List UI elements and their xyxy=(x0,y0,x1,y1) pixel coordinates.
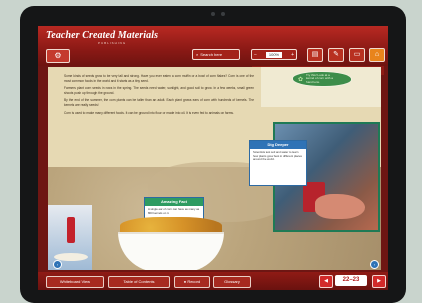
print-button[interactable]: ▤ xyxy=(307,48,323,62)
search-label: Search here xyxy=(200,52,223,57)
home-button[interactable]: ⌂ xyxy=(369,48,385,62)
brand-logo: Teacher Created Materials xyxy=(46,30,159,41)
search-button[interactable]: ⌕ Search here xyxy=(192,49,240,60)
table-of-contents-button[interactable]: Table of Contents xyxy=(108,276,170,288)
whiteboard-view-button[interactable]: Whiteboard View xyxy=(46,276,104,288)
callout2-title: Amazing Fact xyxy=(145,198,203,206)
ebook-screen: Teacher Created Materials PUBLISHING ⚙ ⌕… xyxy=(38,26,388,290)
camera-icon xyxy=(206,10,230,18)
try-this-badge: ✿ Try this! Look at a kernel of corn wit… xyxy=(292,71,352,87)
zoom-control: − 100% + xyxy=(251,49,297,60)
notes-button[interactable]: ▭ xyxy=(349,48,365,62)
search-icon: ⌕ xyxy=(196,52,199,57)
highlight-button[interactable]: ✎ xyxy=(328,48,344,62)
record-icon: ● xyxy=(183,279,187,284)
callout-text: Scientists test soil and water to learn … xyxy=(253,150,302,162)
try-this-text: Try this! Look at a kernel of corn with … xyxy=(306,72,333,84)
zoom-value: 100% xyxy=(265,51,283,58)
hand-shape xyxy=(315,194,365,219)
dig-deeper-callout: Dig Deeper Scientists test soil and wate… xyxy=(249,140,307,186)
tablet-frame: Teacher Created Materials PUBLISHING ⚙ ⌕… xyxy=(20,6,406,303)
print-icon: ▤ xyxy=(311,51,319,58)
glossary-button[interactable]: Glossary xyxy=(213,276,251,288)
bottom-toolbar: Whiteboard View Table of Contents ● Reco… xyxy=(38,272,388,290)
zoom-in-button[interactable]: + xyxy=(291,52,294,58)
leaf-icon: ✿ xyxy=(298,76,304,83)
audio-right-button[interactable]: › xyxy=(370,260,379,269)
zoom-out-button[interactable]: − xyxy=(254,52,257,58)
settings-button[interactable]: ⚙ xyxy=(46,49,70,63)
paragraph: Corn is used to make many different food… xyxy=(64,110,234,115)
page-number: 22–23 xyxy=(335,275,367,286)
highlight-icon: ✎ xyxy=(333,51,339,58)
paragraph: Farmers plant corn seeds in rows in the … xyxy=(64,86,254,95)
book-spread: Some kinds of seeds grow to be very tall… xyxy=(48,67,381,270)
paragraph: Some kinds of seeds grow to be very tall… xyxy=(64,74,254,83)
paragraph: By the end of the summer, the corn plant… xyxy=(64,98,254,107)
home-icon: ⌂ xyxy=(374,51,380,58)
audio-left-button[interactable]: ‹ xyxy=(53,260,62,269)
record-button[interactable]: ● Record xyxy=(174,276,210,288)
record-label: Record xyxy=(187,279,201,284)
brand-subtitle: PUBLISHING xyxy=(98,41,127,45)
callout2-text: A single ear of corn can have as many as… xyxy=(148,207,200,215)
body-text: Some kinds of seeds grow to be very tall… xyxy=(64,74,254,118)
notes-icon: ▭ xyxy=(353,51,361,58)
callout-title: Dig Deeper xyxy=(250,141,306,149)
prev-page-button[interactable]: ◀ xyxy=(319,275,333,288)
top-toolbar: Teacher Created Materials PUBLISHING ⚙ ⌕… xyxy=(38,26,388,66)
dropper-shape xyxy=(67,217,75,243)
next-page-button[interactable]: ▶ xyxy=(372,275,386,288)
